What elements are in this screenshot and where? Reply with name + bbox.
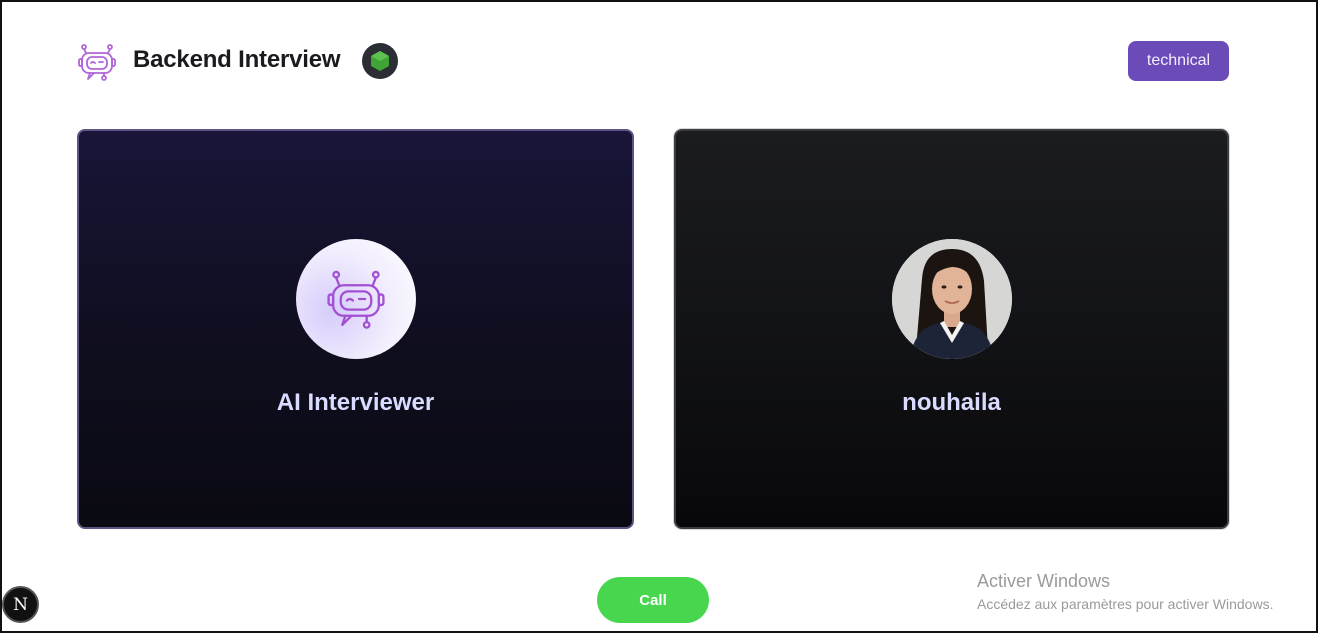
interviewer-name: AI Interviewer: [276, 389, 435, 416]
robot-chat-icon: [326, 270, 385, 329]
interview-type-badge: technical: [1128, 41, 1229, 81]
candidate-panel: nouhaila: [674, 129, 1229, 529]
nodejs-icon: [362, 43, 398, 79]
page-title: Backend Interview: [133, 46, 341, 73]
nextjs-dev-badge[interactable]: N: [2, 586, 39, 623]
interviewer-panel: AI Interviewer: [77, 129, 634, 529]
candidate-avatar: [891, 239, 1012, 359]
windows-activation-title: Activer Windows: [977, 571, 1111, 591]
app-window: Backend Interview technical AI Interview…: [0, 0, 1318, 633]
robot-chat-icon: [76, 42, 118, 82]
call-button[interactable]: Call: [597, 577, 709, 623]
windows-activation-subtitle: Accédez aux paramètres pour activer Wind…: [977, 596, 1274, 612]
interviewer-avatar: [295, 239, 416, 359]
candidate-name: nouhaila: [902, 389, 1001, 416]
